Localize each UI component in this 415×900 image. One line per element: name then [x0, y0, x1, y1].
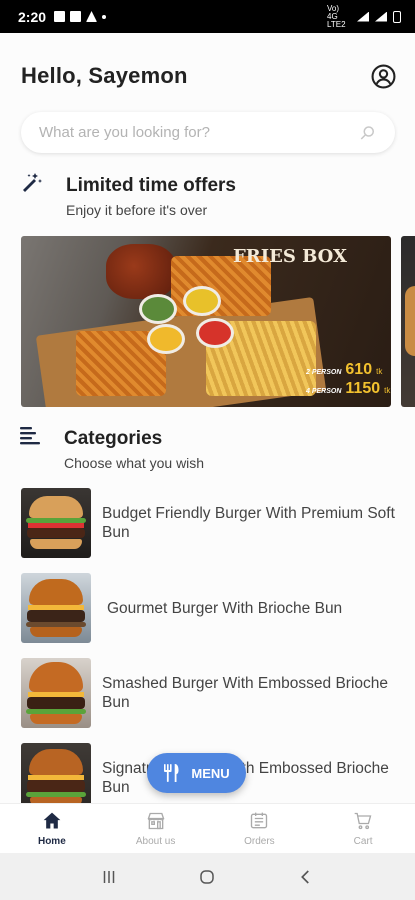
signal-icon-2 [375, 11, 387, 22]
bottom-nav: Home About us Orders Cart [0, 803, 415, 853]
price-label: 2 PERSON [306, 369, 342, 376]
nav-about-us-label: About us [135, 835, 176, 847]
category-item-smashed-burger[interactable]: Smashed Burger With Embossed Brioche Bun [21, 657, 395, 729]
back-icon[interactable] [297, 868, 315, 886]
category-item-gourmet-burger[interactable]: Gourmet Burger With Brioche Bun [21, 572, 395, 644]
profile-icon[interactable] [371, 64, 396, 89]
banner-title: FRIES BOX [232, 246, 347, 267]
gallery-notification-icon [54, 11, 66, 22]
nav-orders[interactable]: Orders [208, 804, 312, 853]
magic-wand-icon [23, 173, 42, 192]
banner-next-burger [405, 286, 415, 356]
menu-button[interactable]: MENU [147, 753, 246, 793]
banner-price-4-person: 4 PERSON 1150 tk [306, 380, 390, 398]
offer-banner-next[interactable] [401, 236, 415, 407]
categories-subtitle: Choose what you wish [64, 455, 205, 471]
offer-banner-fries-box[interactable]: FRIES BOX 2 PERSON 610 tk 4 PERSON 1150 … [21, 236, 391, 407]
nav-cart-label: Cart [353, 835, 373, 847]
system-nav-bar [0, 853, 415, 900]
nav-about-us[interactable]: About us [104, 804, 208, 853]
greeting-title: Hello, Sayemon [21, 63, 188, 88]
category-thumbnail [21, 488, 91, 558]
banner-wings [106, 244, 176, 299]
banner-price-2-person: 2 PERSON 610 tk [306, 361, 382, 379]
signal-icon [357, 11, 369, 22]
category-item-budget-burger[interactable]: Budget Friendly Burger With Premium Soft… [21, 487, 395, 559]
banner-sauce-green [139, 294, 177, 324]
price-value: 610 [345, 361, 373, 378]
category-name: Gourmet Burger With Brioche Bun [107, 599, 343, 617]
nav-home[interactable]: Home [0, 804, 104, 853]
network-type-label: Vo) 4G LTE2 [327, 3, 346, 29]
status-bar: 2:20 Vo) 4G LTE2 [0, 0, 415, 33]
menu-button-label: MENU [191, 765, 230, 781]
home-icon [43, 812, 61, 828]
search-bar[interactable] [21, 112, 395, 153]
offers-subtitle: Enjoy it before it's over [66, 202, 208, 218]
utensils-icon [164, 764, 179, 782]
category-name: Budget Friendly Burger With Premium Soft… [102, 505, 395, 541]
category-thumbnail [21, 658, 91, 728]
more-notifications-icon [102, 14, 107, 19]
status-time: 2:20 [18, 8, 47, 25]
cart-icon [354, 812, 372, 829]
list-icon [20, 427, 40, 445]
banner-sauce-mustard [147, 324, 185, 354]
nav-cart[interactable]: Cart [311, 804, 415, 853]
battery-icon [393, 10, 401, 23]
banner-sauce-yellow [183, 286, 221, 316]
price-unit: tk [384, 386, 391, 395]
home-button-icon[interactable] [198, 868, 216, 886]
category-thumbnail [21, 573, 91, 643]
offers-carousel[interactable]: FRIES BOX 2 PERSON 610 tk 4 PERSON 1150 … [21, 236, 415, 407]
app-notification-icon [70, 11, 82, 22]
warning-notification-icon [86, 11, 98, 22]
system-status: Vo) 4G LTE2 [327, 3, 401, 29]
categories-title: Categories [64, 428, 163, 449]
category-name: Smashed Burger With Embossed Brioche Bun [102, 675, 389, 711]
price-label: 4 PERSON [306, 388, 342, 395]
nav-orders-label: Orders [244, 835, 275, 847]
search-icon[interactable] [359, 124, 377, 142]
recent-apps-icon[interactable] [100, 868, 118, 886]
price-value: 1150 [345, 380, 381, 397]
notification-icons [54, 11, 107, 22]
search-input[interactable] [39, 124, 359, 141]
price-unit: tk [376, 367, 383, 376]
category-name: Signature Burger With Embossed Brioche B… [102, 760, 389, 796]
orders-icon [251, 812, 268, 828]
store-icon [147, 812, 165, 829]
offers-title: Limited time offers [66, 175, 236, 196]
banner-sauce-red [196, 318, 234, 348]
nav-home-label: Home [37, 835, 66, 847]
